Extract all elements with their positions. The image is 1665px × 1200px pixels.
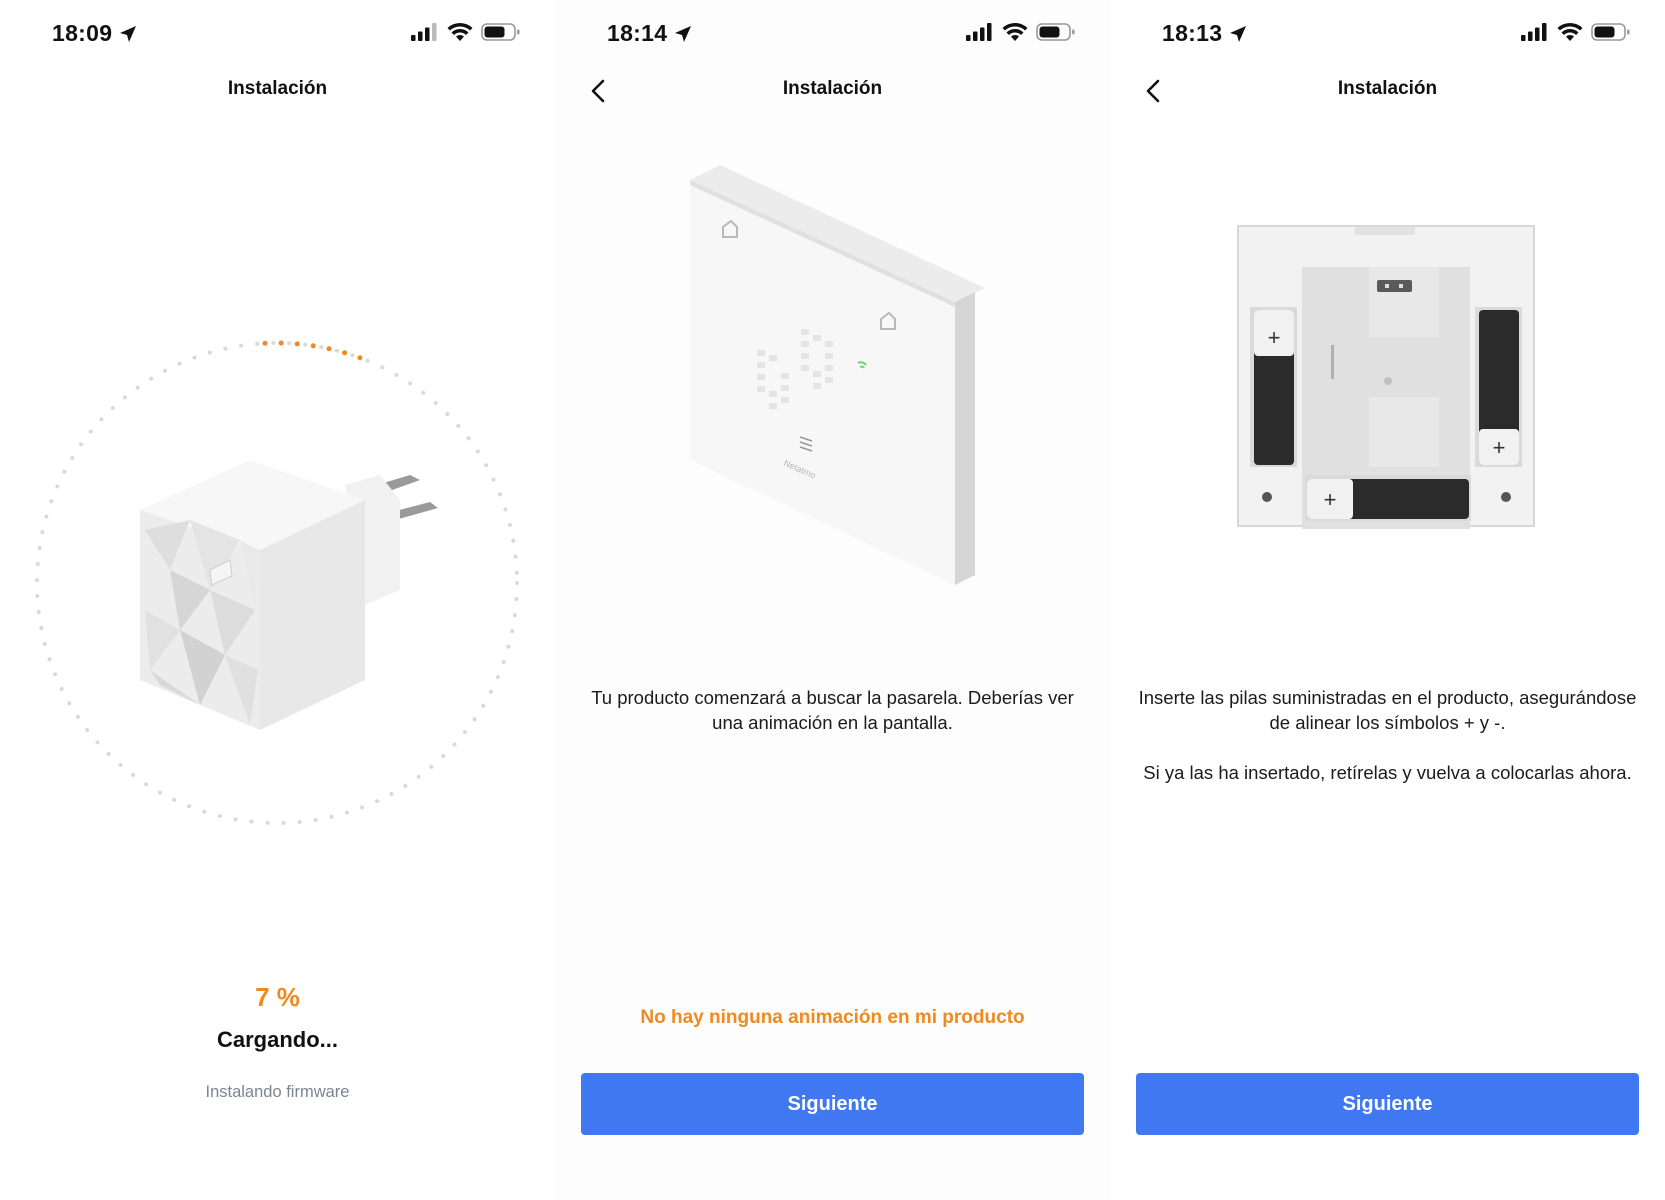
cellular-signal-icon — [411, 23, 437, 41]
gateway-search-screen: 18:14 Instalación Netatmo Tu producto co… — [555, 0, 1110, 1200]
instruction-text: Inserte las pilas suministradas en el pr… — [1138, 687, 1637, 733]
next-button[interactable]: Siguiente — [581, 1073, 1084, 1135]
battery-left: + — [1250, 307, 1297, 467]
nav-bar: Instalación — [0, 70, 555, 110]
wifi-icon — [447, 22, 473, 41]
battery-plus-label: + — [1324, 487, 1337, 512]
battery-insert-screen: 18:13 Instalación + + + Inserte las pila… — [1110, 0, 1665, 1200]
location-arrow-icon — [1230, 26, 1246, 42]
page-title: Instalación — [1337, 78, 1438, 99]
status-bar: 18:13 — [1110, 14, 1665, 54]
location-arrow-icon — [120, 26, 136, 42]
thermostat-device-image: Netatmo — [690, 165, 985, 585]
battery-icon — [481, 23, 520, 41]
location-arrow-icon — [675, 26, 691, 42]
wifi-icon — [1002, 22, 1028, 41]
cellular-signal-icon — [966, 23, 992, 41]
page-title: Instalación — [782, 78, 883, 99]
status-time: 18:14 — [607, 20, 668, 46]
nav-bar: Instalación — [555, 70, 1110, 110]
gateway-plug-image — [140, 460, 438, 730]
progress-percent: 7 % — [255, 982, 300, 1012]
battery-plus-label: + — [1493, 435, 1506, 460]
status-time: 18:13 — [1162, 20, 1223, 46]
loading-title: Cargando... — [216, 1027, 338, 1052]
next-button[interactable]: Siguiente — [1136, 1073, 1639, 1135]
loading-subtitle: Instalando firmware — [205, 1083, 350, 1101]
battery-bottom: + — [1305, 475, 1471, 521]
nav-bar: Instalación — [1110, 70, 1665, 110]
status-bar: 18:14 — [555, 14, 1110, 54]
page-title: Instalación — [227, 78, 328, 99]
no-animation-link[interactable]: No hay ninguna animación en mi producto — [555, 1007, 1110, 1029]
progress-arc — [262, 340, 371, 364]
wifi-icon — [1557, 22, 1583, 41]
battery-icon — [1036, 23, 1075, 41]
battery-plus-label: + — [1268, 325, 1281, 350]
note-text: Si ya las ha insertado, retírelas y vuel… — [1143, 762, 1632, 783]
description-text: Tu producto comenzará a buscar la pasare… — [591, 687, 1074, 733]
battery-right: + — [1475, 307, 1522, 467]
loading-screen: 18:09 Instalación 7 % Cargando... Instal — [0, 0, 555, 1200]
battery-compartment-image: + + + — [1237, 225, 1535, 529]
battery-icon — [1591, 23, 1630, 41]
cellular-signal-icon — [1521, 23, 1547, 41]
status-bar: 18:09 — [0, 14, 555, 54]
status-time: 18:09 — [52, 20, 113, 46]
